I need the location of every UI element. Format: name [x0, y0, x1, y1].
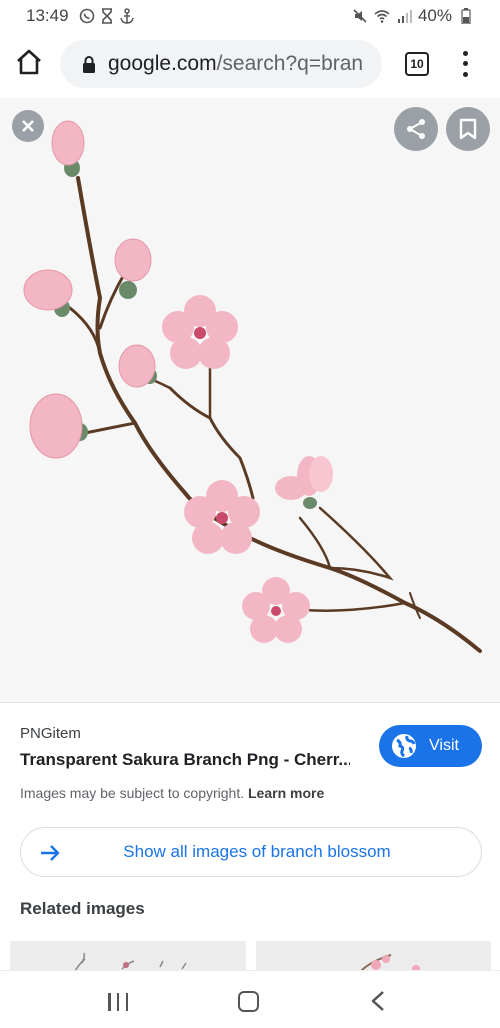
- close-button[interactable]: [12, 110, 44, 142]
- save-button[interactable]: [446, 107, 490, 151]
- status-bar: 13:49 40%: [0, 0, 500, 32]
- result-title[interactable]: Transparent Sakura Branch Png - Cherr...: [20, 750, 350, 770]
- url-host: google.com: [108, 52, 217, 75]
- system-nav-bar: [0, 970, 500, 1028]
- more-vert-icon[interactable]: [457, 48, 473, 80]
- visit-button[interactable]: Visit: [379, 725, 482, 767]
- cherry-blossom-branch-image: [23, 120, 482, 653]
- lock-icon: [83, 56, 95, 73]
- battery-level: 40%: [417, 6, 452, 25]
- signal-icon: [397, 10, 412, 23]
- source-site[interactable]: PNGitem: [20, 725, 81, 742]
- home-icon[interactable]: [14, 46, 44, 78]
- arrow-right-icon: [41, 845, 60, 861]
- battery-icon: [461, 8, 471, 24]
- back-icon[interactable]: [370, 990, 386, 1012]
- address-row: google.com/search?q=bran 10: [0, 32, 500, 96]
- share-icon: [407, 119, 425, 139]
- tab-count: 10: [410, 57, 424, 71]
- url-text: google.com/search?q=bran: [108, 52, 363, 76]
- mute-icon: [353, 9, 367, 23]
- globe-icon: [392, 734, 416, 758]
- share-button[interactable]: [394, 107, 438, 151]
- copyright-notice: Images may be subject to copyright. Lear…: [20, 785, 324, 801]
- show-all-label: Show all images of branch blossom: [123, 842, 391, 861]
- recents-icon[interactable]: [108, 993, 128, 1011]
- hourglass-icon: [101, 8, 112, 24]
- close-icon: [22, 120, 34, 132]
- wifi-icon: [374, 10, 390, 23]
- image-preview[interactable]: [0, 98, 500, 702]
- anchor-icon: [119, 8, 134, 24]
- related-images-heading: Related images: [20, 899, 145, 918]
- tab-switcher-button[interactable]: 10: [405, 52, 429, 76]
- url-path: /search?q=bran: [216, 52, 364, 75]
- bookmark-icon: [459, 118, 477, 140]
- copyright-text: Images may be subject to copyright.: [20, 785, 245, 801]
- related-image-thumbnail[interactable]: [10, 941, 246, 971]
- show-all-images-button[interactable]: Show all images of branch blossom: [20, 827, 482, 877]
- whatsapp-icon: [79, 8, 94, 24]
- related-image-thumbnail[interactable]: [256, 941, 491, 971]
- visit-label: Visit: [429, 737, 459, 754]
- url-bar[interactable]: google.com/search?q=bran: [60, 40, 382, 88]
- learn-more-link[interactable]: Learn more: [248, 785, 324, 801]
- result-info: PNGitem Transparent Sakura Branch Png - …: [0, 702, 500, 971]
- status-time: 13:49: [26, 6, 69, 25]
- nav-home-icon[interactable]: [238, 991, 259, 1012]
